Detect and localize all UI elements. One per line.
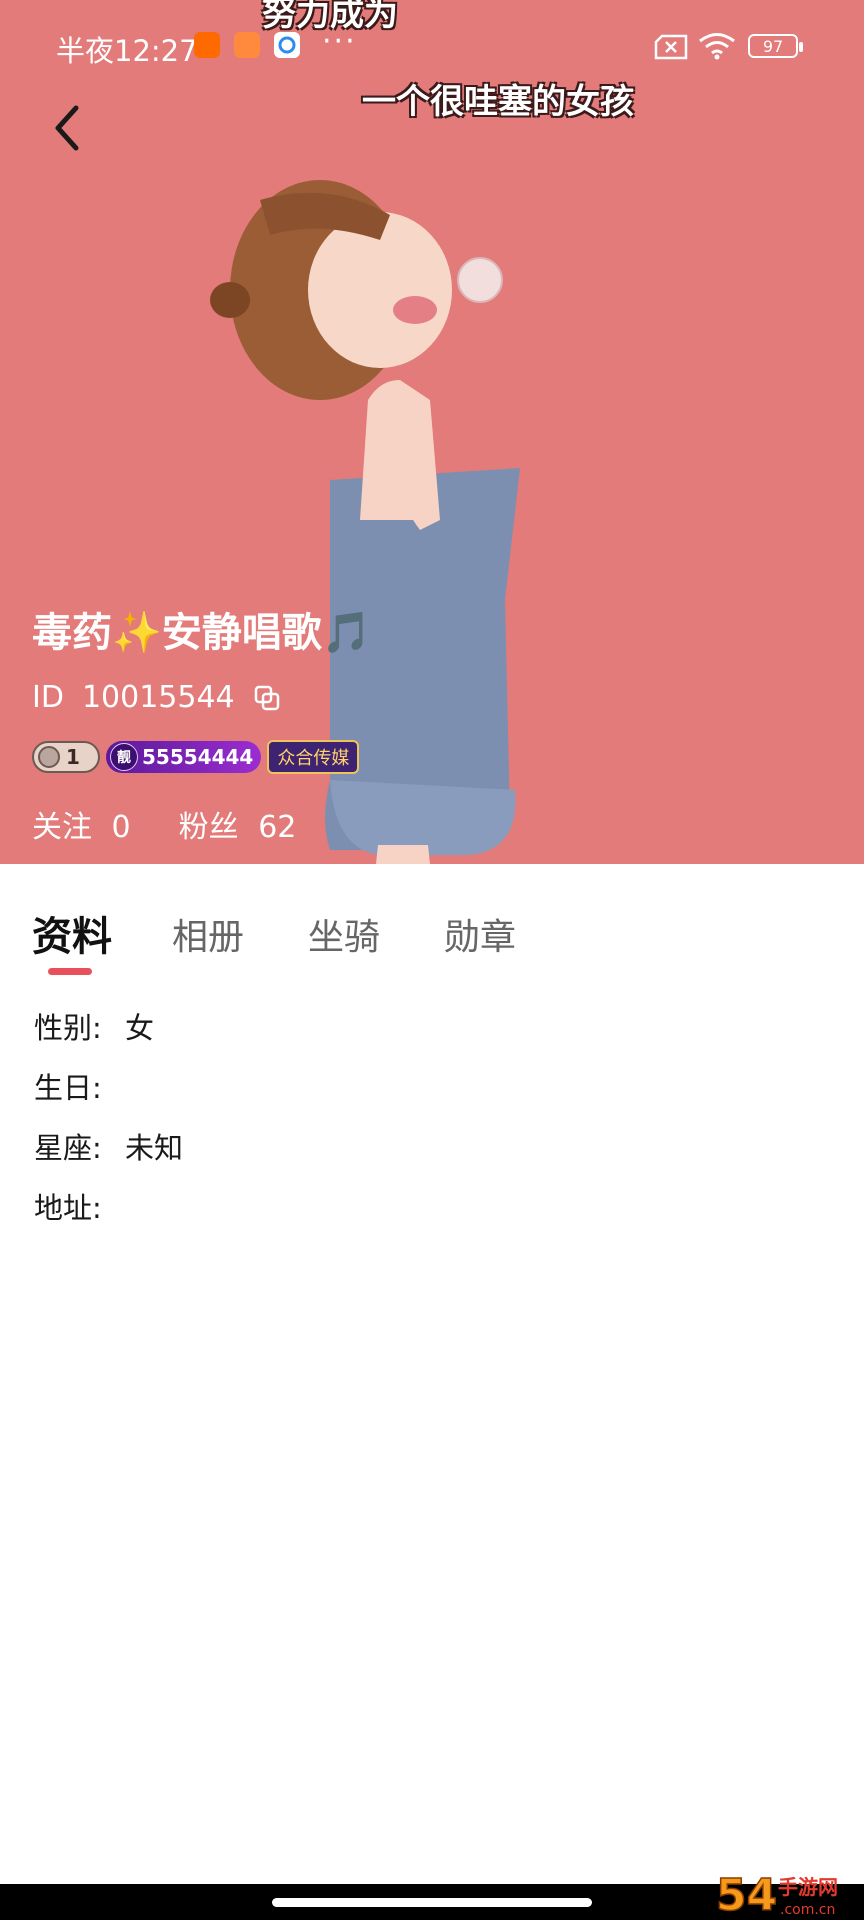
fans-label: 粉丝 — [178, 810, 239, 845]
following-stat[interactable]: 关注 0 — [32, 802, 131, 846]
fans-stat[interactable]: 粉丝 62 — [179, 802, 297, 846]
level-value: 1 — [66, 745, 80, 769]
profile-id-row: ID 10015544 — [32, 680, 281, 715]
guild-badge: 众合传媒 — [267, 740, 360, 774]
battery-icon: 97 — [748, 34, 803, 58]
back-button[interactable] — [44, 98, 92, 158]
info-zodiac-row: 星座: 未知 — [34, 1128, 183, 1188]
zodiac-value: 未知 — [125, 1131, 184, 1165]
tab-album[interactable]: 相册 — [172, 908, 244, 960]
id-value: 10015544 — [81, 680, 235, 715]
info-birthday-row: 生日: — [34, 1068, 183, 1128]
battery-level: 97 — [762, 36, 784, 56]
cover-illustration — [210, 180, 520, 864]
pretty-tag: 靓 — [110, 743, 138, 771]
guild-name: 众合传媒 — [277, 748, 350, 769]
active-tab-indicator — [48, 968, 92, 975]
level-coin-icon — [38, 746, 60, 768]
fans-count: 62 — [258, 810, 297, 845]
birthday-label: 生日: — [34, 1071, 102, 1105]
svg-text:手游网: 手游网 — [778, 1875, 838, 1899]
cover-caption-bottom: 一个很哇塞的女孩 — [362, 82, 634, 122]
copy-id-icon[interactable] — [253, 684, 281, 712]
profile-cover: 半夜12:27 ··· 97 努力成为 一个很哇塞的女孩 毒药✨安静唱歌🎵 ID… — [0, 0, 864, 864]
gender-value: 女 — [125, 1011, 155, 1045]
sim-x-icon — [654, 34, 688, 60]
id-label: ID — [32, 680, 64, 715]
info-address-row: 地址: — [34, 1188, 183, 1248]
svg-text:54: 54 — [716, 1870, 777, 1920]
profile-info: 性别: 女 生日: 星座: 未知 地址: — [34, 1008, 183, 1248]
status-time: 半夜12:27 — [56, 34, 198, 68]
tab-medal[interactable]: 勋章 — [444, 908, 516, 960]
profile-tabs: 资料 相册 坐骑 勋章 — [0, 864, 864, 975]
tab-profile[interactable]: 资料 — [32, 904, 112, 962]
tab-mount[interactable]: 坐骑 — [308, 908, 380, 960]
mi-app-icon — [194, 32, 220, 58]
cover-caption-top: 努力成为 — [262, 0, 398, 34]
following-label: 关注 — [32, 810, 92, 845]
following-count: 0 — [111, 810, 131, 845]
pretty-number-badge: 靓 55554444 — [106, 741, 262, 773]
pretty-number: 55554444 — [142, 745, 254, 769]
info-gender-row: 性别: 女 — [34, 1008, 183, 1068]
badge-row: 1 靓 55554444 众合传媒 — [32, 740, 360, 774]
profile-name: 毒药✨安静唱歌🎵 — [32, 610, 372, 656]
shopping-app-icon — [234, 32, 260, 58]
watermark-logo: 54 手游网 .com.cn — [715, 1869, 838, 1920]
follow-stats: 关注 0 粉丝 62 — [32, 802, 296, 846]
zodiac-label: 星座: — [34, 1131, 102, 1165]
address-label: 地址: — [34, 1191, 102, 1225]
svg-text:.com.cn: .com.cn — [780, 1902, 835, 1918]
level-badge: 1 — [32, 741, 100, 773]
home-gesture-handle[interactable] — [272, 1898, 592, 1907]
gender-label: 性别: — [34, 1011, 102, 1045]
browser-app-icon — [274, 32, 300, 58]
wifi-icon — [699, 33, 735, 60]
